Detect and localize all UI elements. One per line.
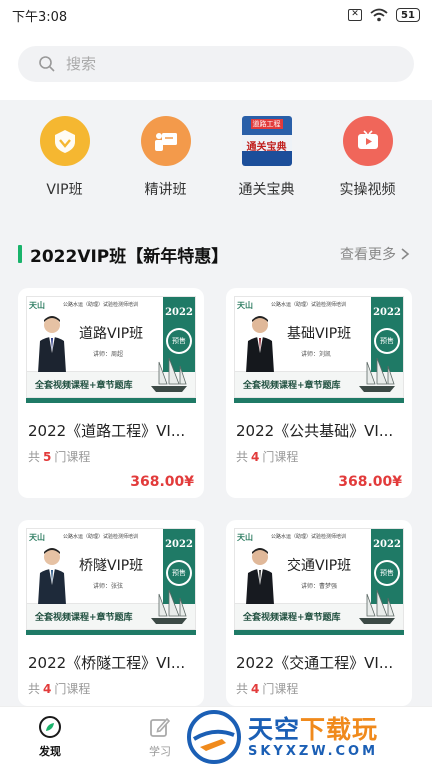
watermark-url: SKYXZW.COM [248, 743, 379, 759]
section-header: 2022VIP班【新年特惠】 查看更多 [0, 236, 432, 272]
presale-badge: 预售 [374, 328, 400, 354]
category-vip[interactable]: VIP班 [17, 100, 113, 216]
sailing-ship-icon [359, 589, 395, 624]
lecturer-name: 讲师：曹梦强 [301, 583, 338, 590]
view-more-link[interactable]: 查看更多 [340, 244, 410, 264]
banner-course-name: 交通VIP班 [287, 558, 352, 574]
status-bar: 下午3:08 ✕ 51 [0, 0, 432, 30]
lecturer-name: 讲师：周超 [93, 351, 124, 358]
vip-shield-icon [39, 116, 90, 166]
brand-logo: 天山 [29, 300, 45, 310]
course-card[interactable]: 天山 公路水运（助理）试验检测师培训 道路VIP班 讲师：周超 2022 预售 … [18, 288, 204, 498]
course-banner: 天山 公路水运（助理）试验检测师培训 基础VIP班 讲师：刘凯 2022 预售 … [234, 296, 404, 406]
chevron-right-icon [401, 248, 410, 260]
category-video[interactable]: 实操视频 [320, 100, 416, 216]
course-banner: 天山 公路水运（助理）试验检测师培训 桥隧VIP班 讲师：张弦 2022 预售 … [26, 528, 196, 638]
banner-course-name: 桥隧VIP班 [79, 558, 144, 574]
presale-badge: 预售 [166, 328, 192, 354]
course-card[interactable]: 天山 公路水运（助理）试验检测师培训 交通VIP班 讲师：曹梦强 2022 预售… [226, 520, 412, 706]
banner-course-name: 道路VIP班 [79, 326, 144, 342]
banner-strip-text: 全套视频课程+章节题库 [243, 613, 341, 623]
course-count: 共 4 门课程 [236, 450, 299, 464]
site-watermark: 天空下载玩 SKYXZW.COM [186, 706, 432, 768]
course-card[interactable]: 天山 公路水运（助理）试验检测师培训 基础VIP班 讲师：刘凯 2022 预售 … [226, 288, 412, 498]
battery-icon: 51 [396, 8, 420, 22]
watermark-logo-icon [187, 710, 241, 764]
tab-study[interactable]: 学习 [148, 715, 172, 759]
sim-x-icon: ✕ [348, 9, 362, 21]
teacher-photo [246, 548, 274, 605]
banner-tagline: 公路水运（助理）试验检测师培训 [271, 302, 347, 308]
banner-year: 2022 [165, 539, 193, 550]
wifi-icon [370, 8, 388, 22]
watermark-main: 天空 [248, 714, 301, 744]
category-label: 精讲班 [144, 182, 187, 198]
lecturer-name: 讲师：刘凯 [301, 351, 332, 358]
banner-year: 2022 [373, 307, 401, 318]
sailing-ship-icon [151, 357, 187, 392]
presale-badge: 预售 [166, 560, 192, 586]
lecturer-name: 讲师：张弦 [93, 583, 124, 590]
course-count: 共 5 门课程 [28, 450, 91, 464]
course-banner: 天山 公路水运（助理）试验检测师培训 道路VIP班 讲师：周超 2022 预售 … [26, 296, 196, 406]
category-label: 通关宝典 [238, 182, 295, 198]
course-price: 368.00¥ [130, 474, 194, 490]
watermark-accent: 下载玩 [300, 714, 379, 744]
banner-tagline: 公路水运（助理）试验检测师培训 [271, 534, 347, 540]
brand-logo: 天山 [237, 300, 253, 310]
category-nav: VIP班 精讲班 道路工程 通关宝典 通关宝典 实操视频 [0, 100, 432, 216]
course-title: 2022《公共基础》VI... [236, 422, 394, 440]
edit-icon [150, 717, 171, 737]
book-cover-icon: 道路工程 通关宝典 [241, 116, 292, 166]
course-price: 368.00¥ [338, 474, 402, 490]
tab-discover[interactable]: 发现 [38, 715, 62, 759]
sailing-ship-icon [359, 357, 395, 392]
tab-label: 发现 [39, 745, 61, 758]
banner-year: 2022 [165, 307, 193, 318]
brand-logo: 天山 [29, 532, 45, 542]
category-lecture[interactable]: 精讲班 [118, 100, 214, 216]
course-title: 2022《桥隧工程》VI... [28, 654, 186, 672]
banner-year: 2022 [373, 539, 401, 550]
search-bar[interactable] [18, 46, 414, 82]
banner-strip-text: 全套视频课程+章节题库 [243, 381, 341, 391]
teacher-photo [38, 316, 66, 373]
view-more-label: 查看更多 [340, 247, 396, 263]
course-card[interactable]: 天山 公路水运（助理）试验检测师培训 桥隧VIP班 讲师：张弦 2022 预售 … [18, 520, 204, 706]
brand-logo: 天山 [237, 532, 253, 542]
status-time: 下午3:08 [12, 9, 68, 25]
course-count: 共 4 门课程 [28, 682, 91, 696]
header [0, 30, 432, 100]
video-play-icon [342, 116, 393, 166]
search-input[interactable] [66, 55, 366, 73]
search-icon [39, 56, 55, 72]
lecture-board-icon [140, 116, 191, 166]
course-count: 共 4 门课程 [236, 682, 299, 696]
banner-tagline: 公路水运（助理）试验检测师培训 [63, 302, 139, 308]
course-title: 2022《道路工程》VI... [28, 422, 186, 440]
course-title: 2022《交通工程》VI... [236, 654, 394, 672]
banner-strip-text: 全套视频课程+章节题库 [35, 613, 133, 623]
category-label: 实操视频 [339, 182, 396, 198]
course-banner: 天山 公路水运（助理）试验检测师培训 交通VIP班 讲师：曹梦强 2022 预售… [234, 528, 404, 638]
teacher-photo [246, 316, 274, 373]
banner-tagline: 公路水运（助理）试验检测师培训 [63, 534, 139, 540]
section-accent-bar [18, 245, 22, 263]
section-title: 2022VIP班【新年特惠】 [30, 246, 229, 267]
category-guide[interactable]: 道路工程 通关宝典 通关宝典 [219, 100, 315, 216]
banner-course-name: 基础VIP班 [287, 326, 352, 342]
compass-icon [39, 716, 61, 738]
teacher-photo [38, 548, 66, 605]
sailing-ship-icon [151, 589, 187, 624]
presale-badge: 预售 [374, 560, 400, 586]
status-icons: ✕ 51 [348, 8, 420, 22]
banner-strip-text: 全套视频课程+章节题库 [35, 381, 133, 391]
category-label: VIP班 [46, 182, 83, 198]
tab-label: 学习 [149, 745, 171, 758]
